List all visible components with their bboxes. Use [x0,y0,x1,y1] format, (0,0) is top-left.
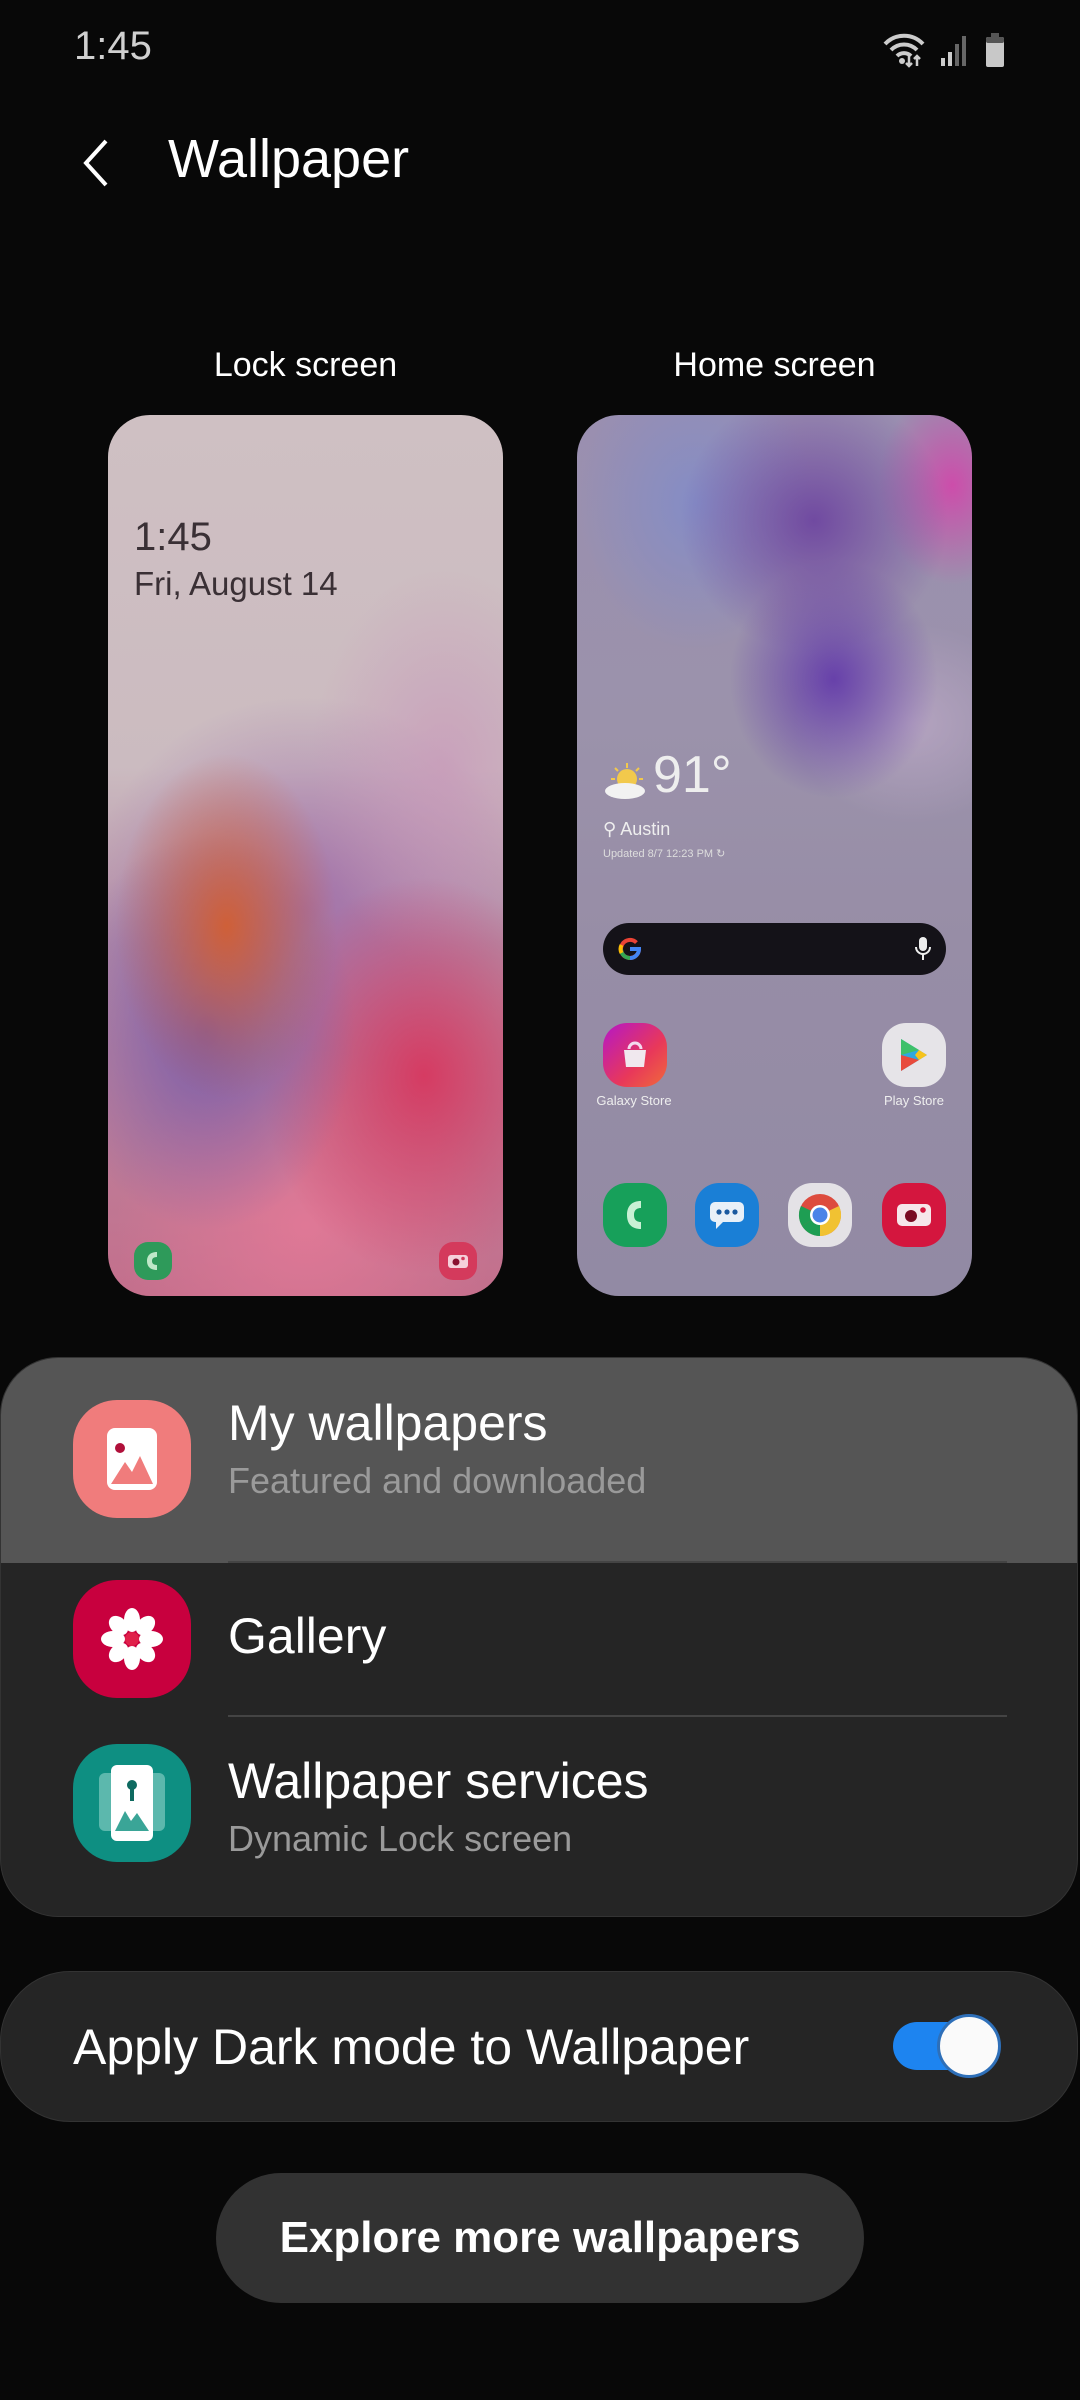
weather-location: ⚲ Austin [603,819,670,840]
option-title: My wallpapers [228,1395,548,1451]
back-button[interactable] [64,124,128,202]
option-subtitle: Featured and downloaded [228,1460,647,1501]
wallpaper-services-icon [73,1744,191,1862]
app-label-galaxy-store: Galaxy Store [596,1093,672,1108]
dark-mode-switch[interactable] [893,2014,1001,2078]
dark-mode-label: Apply Dark mode to Wallpaper [73,2019,750,2075]
option-title: Wallpaper services [228,1753,649,1809]
galaxy-store-icon [603,1023,667,1087]
flower-icon [73,1580,191,1698]
option-wallpaper-services[interactable]: Wallpaper services Dynamic Lock screen [1,1716,1077,1916]
google-icon [618,937,642,960]
partly-cloudy-icon [605,763,645,799]
chrome-icon [788,1183,852,1247]
page-title: Wallpaper [168,129,410,189]
image-icon [73,1400,191,1518]
wallpaper-source-list: My wallpapers Featured and downloaded Ga… [0,1357,1078,1917]
weather-location-text: Austin [620,819,671,839]
dark-mode-wallpaper-setting[interactable]: Apply Dark mode to Wallpaper [0,1971,1078,2122]
app-label-play-store: Play Store [884,1093,944,1108]
option-title: Gallery [228,1608,387,1664]
battery-icon [986,33,1004,67]
switch-thumb [937,2014,1001,2078]
home-screen-preview[interactable]: 91° ⚲ Austin Updated 8/7 12:23 PM ↻ Gala… [577,415,972,1296]
option-gallery[interactable]: Gallery [1,1563,1077,1715]
option-my-wallpapers[interactable]: My wallpapers Featured and downloaded [1,1358,1077,1563]
status-time: 1:45 [74,24,152,68]
location-pin-icon: ⚲ [603,819,617,839]
home-screen-label: Home screen [673,346,876,384]
option-subtitle: Dynamic Lock screen [228,1818,573,1859]
weather-updated-text: Updated 8/7 12:23 PM [603,848,714,860]
messages-icon [695,1183,759,1247]
lock-preview-date: Fri, August 14 [134,565,338,602]
google-search-bar [603,923,946,975]
phone-icon [603,1183,667,1247]
camera-icon [439,1242,477,1280]
weather-updated: Updated 8/7 12:23 PM ↻ [603,847,725,860]
wifi-icon [883,33,925,68]
play-store-icon [882,1023,946,1087]
explore-more-wallpapers-button[interactable]: Explore more wallpapers [216,2173,864,2303]
lock-preview-time: 1:45 [134,515,212,559]
weather-temperature: 91° [653,746,732,804]
lock-screen-label: Lock screen [213,346,398,384]
refresh-icon: ↻ [716,848,726,860]
mic-icon [915,937,931,960]
signal-icon [941,36,966,66]
status-icons [882,30,1006,70]
chevron-left-icon [83,139,108,187]
camera-icon [882,1183,946,1247]
phone-icon [134,1242,172,1280]
lock-screen-preview[interactable]: 1:45 Fri, August 14 [108,415,503,1296]
